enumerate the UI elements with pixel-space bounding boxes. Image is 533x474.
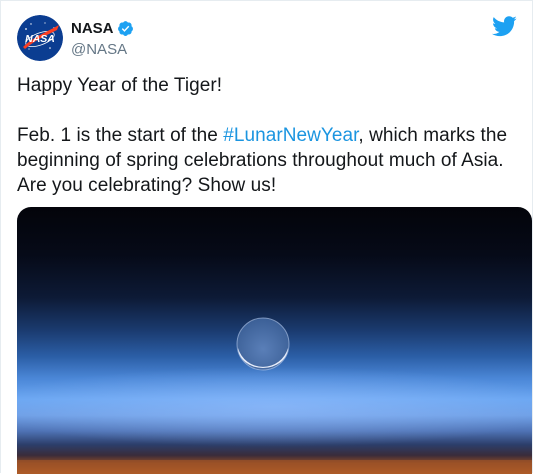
tweet-line-1: Happy Year of the Tiger! (17, 75, 223, 96)
tweet-header: NASA NASA @NASA (17, 14, 134, 62)
avatar[interactable]: NASA (17, 15, 63, 61)
moon-over-horizon-photo (17, 207, 532, 474)
tweet-text-before-hashtag: Feb. 1 is the start of the (17, 125, 224, 146)
nasa-logo-icon: NASA (17, 15, 63, 61)
tweet-card: NASA NASA @NASA Happy Year of the Tiger!… (0, 0, 533, 474)
name-row: NASA (71, 19, 134, 39)
tweet-photo[interactable] (17, 207, 532, 474)
hashtag-link[interactable]: #LunarNewYear (223, 125, 358, 146)
tweet-text: Happy Year of the Tiger! Feb. 1 is the s… (17, 73, 525, 198)
handle[interactable]: @NASA (71, 41, 134, 58)
tweet-paragraph-2: Feb. 1 is the start of the #LunarNewYear… (17, 123, 525, 198)
twitter-bird-icon[interactable] (492, 16, 517, 37)
display-name[interactable]: NASA (71, 20, 114, 37)
verified-badge-icon (117, 20, 134, 37)
avatar-text: NASA (25, 33, 55, 45)
author-names: NASA @NASA (71, 19, 134, 58)
